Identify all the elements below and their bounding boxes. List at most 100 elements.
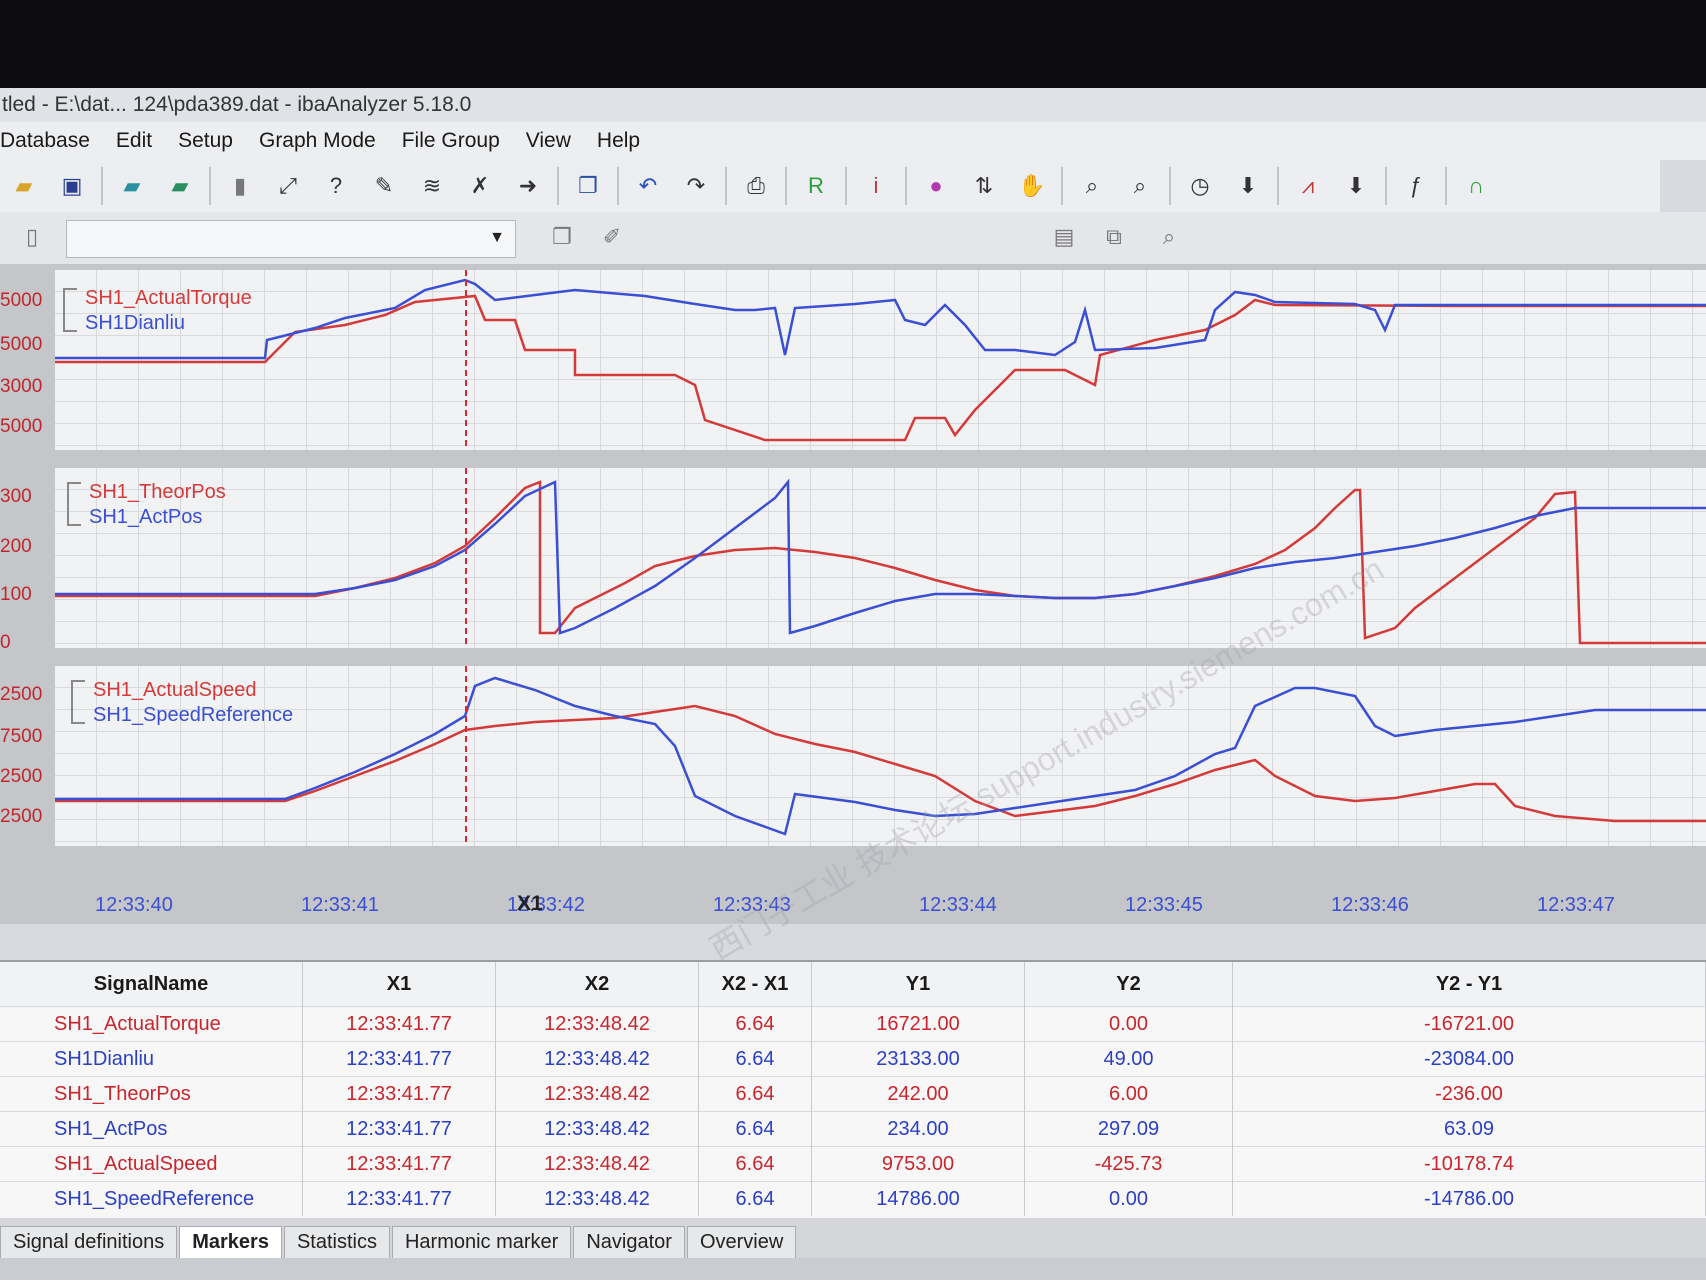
signal-combobox[interactable]: ▼	[66, 220, 516, 258]
table-cell-x1: 12:33:41.77	[302, 1076, 496, 1112]
y-tick: 100	[0, 584, 32, 605]
column-header[interactable]: Y1	[811, 962, 1025, 1007]
legend-speed: SH1_ActualSpeed SH1_SpeedReference	[71, 678, 293, 728]
print-icon[interactable]: ⎙	[741, 171, 771, 201]
function-icon[interactable]: ƒ	[1401, 171, 1431, 201]
column-header[interactable]: Y2	[1024, 962, 1233, 1007]
copy-page-icon[interactable]: ❐	[547, 222, 577, 252]
report-icon[interactable]: R	[801, 171, 831, 201]
tab-signal-definitions[interactable]: Signal definitions	[0, 1226, 178, 1258]
menu-graph-mode[interactable]: Graph Mode	[259, 129, 376, 153]
graph-panel-speed[interactable]: SH1_ActualSpeed SH1_SpeedReference	[55, 666, 1706, 846]
open-group-icon[interactable]: ▰	[165, 171, 195, 201]
table-row[interactable]: SH1_SpeedReference 12:33:41.77 12:33:48.42…	[0, 1181, 1706, 1216]
y-tick: 0	[0, 632, 11, 653]
edit-signal-icon[interactable]: ✎	[369, 171, 399, 201]
legend-item[interactable]: SH1Dianliu	[85, 311, 252, 336]
table-cell-y2: 49.00	[1024, 1041, 1233, 1077]
menu-file-group[interactable]: File Group	[402, 129, 500, 153]
page-zoom-icon[interactable]: ⧉	[1099, 222, 1129, 252]
table-cell-y2: 0.00	[1024, 1181, 1233, 1216]
series-act-pos	[55, 478, 1706, 635]
info-icon[interactable]: i	[861, 171, 891, 201]
eraser-icon[interactable]: ✐	[597, 222, 627, 252]
markers-table: SignalName X1 X2 X2 - X1 Y1 Y2 Y2 - Y1 S…	[0, 960, 1706, 1220]
open-file-icon[interactable]: ▰	[117, 171, 147, 201]
table-cell-x2: 12:33:48.42	[495, 1006, 699, 1042]
curve-icon[interactable]: ∩	[1461, 171, 1491, 201]
series-actual-speed	[55, 704, 1706, 823]
table-cell-x1: 12:33:41.77	[302, 1146, 496, 1182]
table-cell-x2: 12:33:48.42	[495, 1146, 699, 1182]
table-row[interactable]: SH1_ActualSpeed 12:33:41.77 12:33:48.42 6.6…	[0, 1146, 1706, 1182]
window-title: tled - E:\dat... 124\pda389.dat - ibaAna…	[2, 93, 472, 116]
down-arrow-icon[interactable]: ⬇	[1233, 171, 1263, 201]
column-header[interactable]: X1	[302, 962, 496, 1007]
tab-overview[interactable]: Overview	[686, 1226, 797, 1258]
undo-icon[interactable]: ↶	[633, 171, 663, 201]
graph-panel-torque[interactable]: SH1_ActualTorque SH1Dianliu	[55, 270, 1706, 450]
preview-icon[interactable]: ⌕	[1154, 222, 1184, 252]
legend-item[interactable]: SH1_ActualTorque	[85, 286, 252, 311]
legend-item[interactable]: SH1_TheorPos	[89, 480, 226, 505]
signal-icon[interactable]: ⤢	[273, 171, 303, 201]
table-header-row: SignalName X1 X2 X2 - X1 Y1 Y2 Y2 - Y1	[0, 962, 1706, 1007]
table-row[interactable]: SH1_ActualTorque 12:33:41.77 12:33:48.42 6.…	[0, 1006, 1706, 1042]
column-header[interactable]: X2 - X1	[698, 962, 812, 1007]
graph-area[interactable]: SH1_ActualTorque SH1Dianliu 5000 5000 30…	[0, 264, 1706, 967]
legend-item[interactable]: SH1_ActualSpeed	[93, 678, 293, 703]
toolbar-separator	[905, 167, 907, 205]
table-cell-x1: 12:33:41.77	[302, 1006, 496, 1042]
x-tick: 12:33:46	[1331, 894, 1409, 916]
menu-database[interactable]: Database	[0, 129, 90, 153]
axis-icon[interactable]: ⇅	[969, 171, 999, 201]
torque-plot	[55, 270, 1706, 450]
menu-help[interactable]: Help	[597, 129, 640, 153]
color-wheel-icon[interactable]: ●	[921, 171, 951, 201]
tab-statistics[interactable]: Statistics	[283, 1226, 390, 1258]
stop-icon[interactable]: ▮	[225, 171, 255, 201]
redo-icon[interactable]: ↷	[681, 171, 711, 201]
column-header[interactable]: SignalName	[0, 962, 303, 1007]
toolbar-separator	[725, 167, 727, 205]
table-cell-y1: 234.00	[811, 1111, 1025, 1147]
page-icon[interactable]: ▤	[1049, 222, 1079, 252]
legend-brace	[63, 288, 77, 332]
table-cell-dy: -16721.00	[1232, 1006, 1706, 1042]
menu-edit[interactable]: Edit	[116, 129, 152, 153]
down-arrow-icon[interactable]: ⬇	[1341, 171, 1371, 201]
cursor-x1-label[interactable]: X1	[517, 892, 543, 916]
y-tick: 5000	[0, 416, 43, 437]
open-folder-icon[interactable]: ▰	[9, 171, 39, 201]
column-header[interactable]: X2	[495, 962, 699, 1007]
table-cell-y2: 0.00	[1024, 1006, 1233, 1042]
export-icon[interactable]: ➜	[513, 171, 543, 201]
graph-icon[interactable]: ⩘	[1293, 171, 1323, 201]
hand-icon[interactable]: ✋	[1017, 171, 1047, 201]
graph-panel-position[interactable]: SH1_TheorPos SH1_ActPos	[55, 468, 1706, 648]
table-row[interactable]: SH1_ActPos 12:33:41.77 12:33:48.42 6.64 234.…	[0, 1111, 1706, 1147]
legend-item[interactable]: SH1_SpeedReference	[93, 703, 293, 728]
table-row[interactable]: SH1_TheorPos 12:33:41.77 12:33:48.42 6.64 24…	[0, 1076, 1706, 1112]
tab-markers[interactable]: Markers	[179, 1226, 282, 1258]
copy-icon[interactable]: ❐	[573, 171, 603, 201]
table-row[interactable]: SH1Dianliu 12:33:41.77 12:33:48.42 6.64 2313…	[0, 1041, 1706, 1077]
legend-item[interactable]: SH1_ActPos	[89, 505, 226, 530]
chevron-down-icon[interactable]: ▼	[489, 229, 505, 247]
query-icon[interactable]: ?	[321, 171, 351, 201]
speed-plot	[55, 666, 1706, 846]
column-header[interactable]: Y2 - Y1	[1232, 962, 1706, 1007]
tab-navigator[interactable]: Navigator	[573, 1226, 685, 1258]
zoom-icon[interactable]: ⌕	[1077, 171, 1107, 201]
question-icon[interactable]: ✗	[465, 171, 495, 201]
y-tick: 2500	[0, 766, 43, 787]
tab-harmonic-marker[interactable]: Harmonic marker	[391, 1226, 572, 1258]
menu-view[interactable]: View	[526, 129, 571, 153]
clock-icon[interactable]: ◷	[1185, 171, 1215, 201]
toolbar-separator	[1169, 167, 1171, 205]
multi-signal-icon[interactable]: ≋	[417, 171, 447, 201]
zoom-all-icon[interactable]: ⌕	[1125, 171, 1155, 201]
save-icon[interactable]: ▣	[57, 171, 87, 201]
menu-setup[interactable]: Setup	[178, 129, 233, 153]
document-icon[interactable]: ▯	[17, 222, 47, 252]
